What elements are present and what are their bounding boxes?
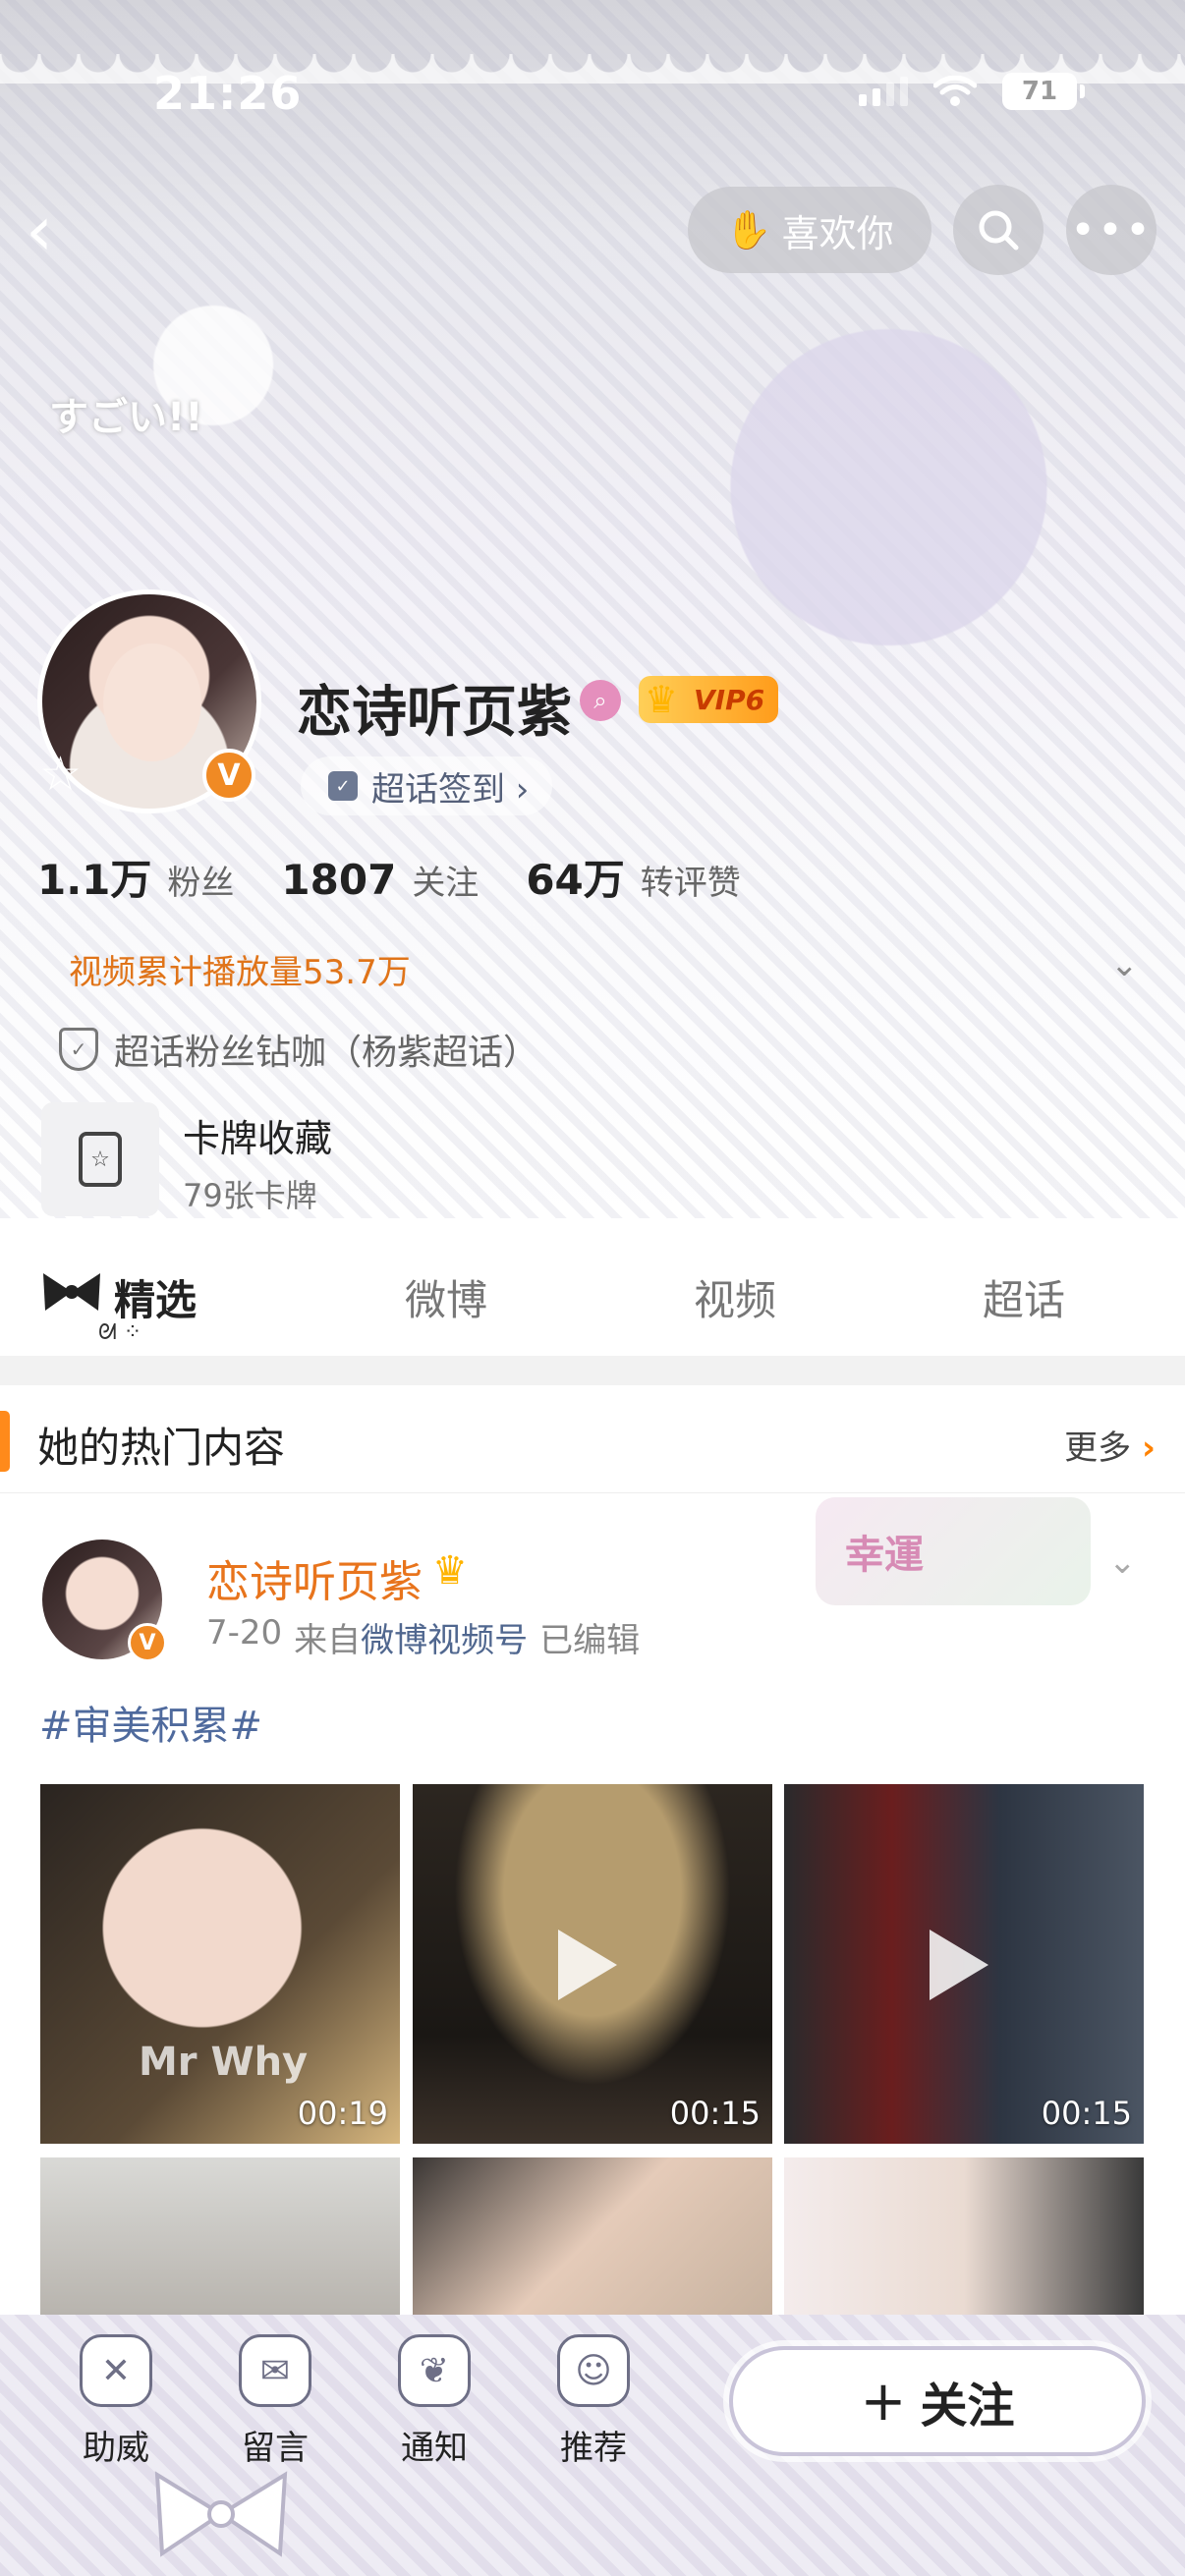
like-you-button[interactable]: ✋ 喜欢你 bbox=[688, 187, 931, 273]
bow-icon bbox=[43, 1273, 100, 1311]
fan-badge-icon[interactable]: ⌕ bbox=[580, 680, 621, 721]
play-icon bbox=[558, 1930, 617, 2000]
stat-likes[interactable]: 64万 转评赞 bbox=[526, 847, 740, 907]
video-play-count: 视频累计播放量53.7万 bbox=[69, 953, 411, 992]
more-button[interactable]: ••• bbox=[1066, 185, 1157, 275]
bell-icon: ❦ bbox=[398, 2334, 471, 2407]
vip-badge[interactable]: ♛ VIP6 bbox=[639, 676, 779, 723]
header-deco-text: すごい!! bbox=[49, 395, 203, 440]
section-accent-bar bbox=[0, 1411, 10, 1472]
super-topic-checkin-button[interactable]: ✓ 超话签到 › bbox=[301, 756, 553, 815]
tab-weibo[interactable]: 微博 bbox=[405, 1267, 487, 1327]
lucky-sticker: 幸運 bbox=[816, 1497, 1091, 1605]
checkin-label: 超话签到 › bbox=[371, 769, 530, 810]
video-duration: 00:19 bbox=[297, 2095, 388, 2132]
video-duration: 00:15 bbox=[1041, 2095, 1132, 2132]
media-thumb-1[interactable]: Mr Why 00:19 bbox=[40, 1784, 400, 2144]
cheer-icon: ✕ bbox=[80, 2334, 152, 2407]
media-thumb-2[interactable]: 00:15 bbox=[413, 1784, 772, 2144]
media-thumb-6[interactable] bbox=[784, 2157, 1144, 2315]
battery-icon: 71 bbox=[1002, 73, 1085, 110]
message-icon: ✉ bbox=[239, 2334, 311, 2407]
media-thumb-4[interactable] bbox=[40, 2157, 400, 2315]
recommend-button[interactable]: ☺ 推荐 bbox=[535, 2334, 652, 2469]
chevron-down-icon[interactable]: ⌄ bbox=[1110, 945, 1139, 984]
card-icon: ☆ bbox=[79, 1132, 122, 1187]
status-time: 21:26 bbox=[153, 67, 303, 120]
star-icon: ☆ bbox=[39, 747, 83, 802]
profile-stats: 1.1万 粉丝 1807 关注 64万 转评赞 bbox=[37, 847, 788, 907]
stat-following[interactable]: 1807 关注 bbox=[281, 856, 479, 904]
card-collection-count: 79张卡牌 bbox=[183, 1177, 317, 1214]
profile-tabs: 精选 ᘛ ⁘ 微博 视频 超话 bbox=[0, 1248, 1185, 1356]
bottom-action-bar: ✕ 助威 ✉ 留言 ❦ 通知 ☺ 推荐 + 关注 bbox=[0, 2315, 1185, 2576]
crown-icon: ♛ bbox=[645, 678, 679, 721]
post-from-prefix: 来自 bbox=[294, 1621, 362, 1660]
status-icons: 71 bbox=[859, 73, 1085, 110]
tab-video[interactable]: 视频 bbox=[694, 1267, 776, 1327]
cheer-button[interactable]: ✕ 助威 bbox=[57, 2334, 175, 2469]
section-divider bbox=[0, 1356, 1185, 1385]
media-thumb-3[interactable]: 00:15 bbox=[784, 1784, 1144, 2144]
message-button[interactable]: ✉ 留言 bbox=[216, 2334, 334, 2469]
post-edited: 已编辑 bbox=[539, 1621, 641, 1660]
post-hashtag[interactable]: #审美积累# bbox=[39, 1694, 262, 1751]
play-icon bbox=[930, 1930, 988, 2000]
post-author-name[interactable]: 恋诗听页紫 bbox=[206, 1546, 423, 1609]
card-collection-title[interactable]: 卡牌收藏 bbox=[183, 1108, 332, 1162]
media-watermark: Mr Why bbox=[139, 2040, 309, 2085]
fan-title: 超话粉丝钻咖（杨紫超话） bbox=[114, 1033, 539, 1073]
post-menu-chevron-icon[interactable]: ⌄ bbox=[1108, 1542, 1137, 1582]
hot-content-header: 她的热门内容 更多 › bbox=[0, 1385, 1185, 1493]
tab-super-topic[interactable]: 超话 bbox=[983, 1267, 1065, 1327]
post-source[interactable]: 微博视频号 bbox=[361, 1621, 528, 1660]
verified-badge: V bbox=[202, 749, 255, 802]
hand-icon: ✋ bbox=[725, 207, 772, 252]
stat-followers[interactable]: 1.1万 粉丝 bbox=[37, 847, 234, 907]
more-link[interactable]: 更多 › bbox=[1064, 1421, 1156, 1469]
search-button[interactable] bbox=[953, 185, 1044, 275]
verified-badge-small: V bbox=[128, 1623, 167, 1662]
calendar-icon: ✓ bbox=[328, 771, 358, 801]
shield-icon: ✓ bbox=[59, 1028, 98, 1071]
post-date: 7-20 bbox=[206, 1613, 283, 1652]
video-duration: 00:15 bbox=[669, 2095, 761, 2132]
media-thumb-5[interactable] bbox=[413, 2157, 772, 2315]
profile-name: 恋诗听页紫 bbox=[297, 681, 572, 745]
crown-icon-small: ♛ bbox=[432, 1548, 468, 1594]
bow-decoration-icon bbox=[154, 2471, 288, 2557]
follow-label: 关注 bbox=[920, 2379, 1015, 2434]
paw-deco-icon: ᘛ ⁘ bbox=[98, 1320, 142, 1345]
hot-content-title: 她的热门内容 bbox=[37, 1424, 286, 1472]
wifi-icon bbox=[933, 76, 977, 106]
chevron-right-icon: › bbox=[1141, 1428, 1156, 1468]
fan-title-row[interactable]: ✓ 超话粉丝钻咖（杨紫超话） bbox=[59, 1024, 538, 1075]
back-button[interactable]: ‹ bbox=[26, 196, 85, 265]
signal-icon bbox=[859, 77, 908, 106]
notification-button[interactable]: ❦ 通知 bbox=[375, 2334, 493, 2469]
search-icon bbox=[979, 210, 1019, 251]
like-you-label: 喜欢你 bbox=[781, 211, 894, 255]
follow-button[interactable]: + 关注 bbox=[729, 2346, 1146, 2456]
card-collection-icon-box[interactable]: ☆ bbox=[41, 1102, 159, 1216]
more-dots-icon: ••• bbox=[1070, 204, 1153, 255]
recommend-icon: ☺ bbox=[557, 2334, 630, 2407]
plus-icon: + bbox=[860, 2369, 907, 2434]
post-meta: 7-20 来自微博视频号 已编辑 bbox=[206, 1613, 640, 1661]
tab-featured[interactable]: 精选 bbox=[114, 1267, 197, 1327]
